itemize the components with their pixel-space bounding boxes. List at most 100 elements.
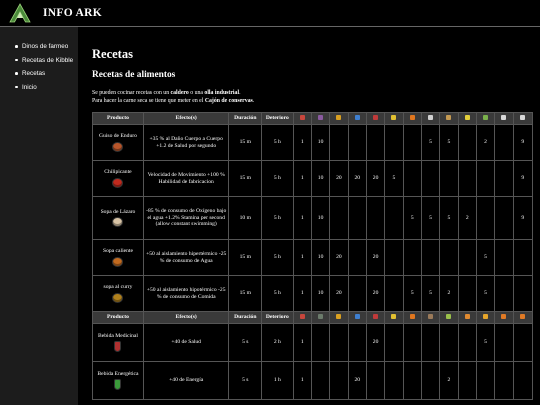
ingredient-qty-cell: 9 [512,196,534,240]
ingredient-qty-cell: 10 [310,124,331,161]
berries-icon [318,114,324,120]
cell-deterioro: 2 h [261,323,294,362]
ingredient-qty-cell [457,160,477,197]
ingredient-qty-cell [494,196,514,240]
ingredient-qty-cell: 5 [475,275,496,312]
product-name: Sopa de Lázaro [100,208,136,215]
amarberry-icon [391,114,397,120]
ingredient-header-cell [384,311,404,324]
table-header-row: Producto Efecto(s) Duración Deterioro [92,112,534,125]
rockarrot-icon [464,313,470,319]
ingredient-qty-cell: 1 [292,196,312,240]
ingredient-qty-cell: 5 [402,275,422,312]
sidebar-item-dinos[interactable]: Dinos de farmeo [0,40,78,54]
ingredient-qty-cell [347,196,367,240]
ingredient-header-cell [420,311,441,324]
table-row: Guiso de Enduro +35 % al Daño Cuerpo a Cu… [92,124,534,161]
col-deterioro: Deterioro [261,311,294,324]
cell-duracion: 5 s [228,323,263,362]
stimulant-icon [428,313,434,319]
ingredient-qty-cell: 20 [365,275,386,312]
cell-duracion: 15 m [228,124,263,161]
cell-duracion: 5 s [228,361,263,400]
ingredient-qty-cell [420,160,441,197]
ingredient-qty-cell: 5 [475,323,496,362]
caldero-link[interactable]: caldero [171,90,189,96]
cell-deterioro: 5 h [261,239,294,276]
ingredient-qty-cell [457,239,477,276]
ingredient-qty-cell [347,124,367,161]
cell-duracion: 15 m [228,239,263,276]
ingredient-qty-cell: 2 [439,361,459,400]
product-cell[interactable]: Bebida Medicinal [92,323,144,362]
product-cell[interactable]: Chilipicante [92,160,144,197]
ingredient-header-cell [365,311,386,324]
ingredient-qty-cell: 20 [365,160,386,197]
ingredient-header-cell [292,311,312,324]
product-name: Sopa caliente [102,248,133,255]
ingredient-qty-cell [494,124,514,161]
cell-duracion: 15 m [228,160,263,197]
cajon-conservas-link[interactable]: Cajón de conservas [205,98,253,104]
medical-brew-icon [114,341,122,353]
ingredient-qty-cell: 9 [512,124,534,161]
site-title[interactable]: INFO ARK [43,7,102,19]
product-cell[interactable]: sopa al curry [92,275,144,312]
ingredient-header-cell [457,311,477,324]
meat-icon [299,114,305,120]
sparkpowder-icon [501,313,507,319]
col-efectos: Efecto(s) [142,112,230,125]
sidebar-item-kibble[interactable]: Recetas de Kibble [0,54,78,68]
honey-icon [483,313,489,319]
chili-icon [112,177,124,188]
ingredient-qty-cell [402,323,422,362]
ingredient-qty-cell [439,160,459,197]
section-title: Recetas de alimentos [92,70,176,80]
azulberry-icon [354,313,360,319]
olla-industrial-link[interactable]: olla industrial [204,90,239,96]
ingredient-header-cell [329,112,349,125]
ingredient-qty-cell [402,124,422,161]
soup-icon [112,217,124,228]
ark-logo-icon[interactable] [9,3,31,23]
ingredient-header-cell [347,112,367,125]
product-cell[interactable]: Sopa caliente [92,239,144,276]
ingredient-qty-cell [512,361,534,400]
ingredient-qty-cell [494,275,514,312]
carrot-icon [409,114,415,120]
ingredient-qty-cell: 20 [347,160,367,197]
product-cell[interactable]: Sopa de Lázaro [92,196,144,240]
ingredient-qty-cell: 10 [310,239,331,276]
ingredient-qty-cell [420,323,441,362]
ingredient-header-cell [329,311,349,324]
tintoberry-icon [373,114,379,120]
table-header-row: Producto Efecto(s) Duración Deterioro [92,311,534,324]
sidebar: Dinos de farmeo Recetas de Kibble Receta… [0,27,78,405]
intro-line-2: Para hacer la carne seca se tiene que me… [92,98,254,106]
ingredient-qty-cell: 1 [292,275,312,312]
product-cell[interactable]: Guiso de Enduro [92,124,144,161]
ingredient-qty-cell [512,323,534,362]
cell-deterioro: 5 h [261,196,294,240]
tintoberry-icon [373,313,379,319]
cell-deterioro: 5 h [261,275,294,312]
ingredient-header-cell [439,311,459,324]
ingredient-qty-cell: 20 [329,239,349,276]
col-producto: Producto [92,311,144,324]
ingredient-qty-cell [475,361,496,400]
ingredient-qty-cell [494,361,514,400]
ingredient-qty-cell: 9 [512,160,534,197]
sidebar-item-inicio[interactable]: Inicio [0,81,78,95]
corn-icon [464,114,470,120]
sidebar-item-recetas[interactable]: Recetas [0,67,78,81]
col-efectos: Efecto(s) [142,311,230,324]
product-cell[interactable]: Bebida Energética [92,361,144,400]
table-row: Sopa de Lázaro -85 % de consumo de Oxígen… [92,196,534,240]
ingredient-qty-cell [494,323,514,362]
ingredient-header-cell [365,112,386,125]
water-icon [520,114,526,120]
product-name: sopa al curry [103,284,133,291]
carrot-icon [409,313,415,319]
ingredient-qty-cell: 1 [292,124,312,161]
ingredient-qty-cell: 20 [347,361,367,400]
